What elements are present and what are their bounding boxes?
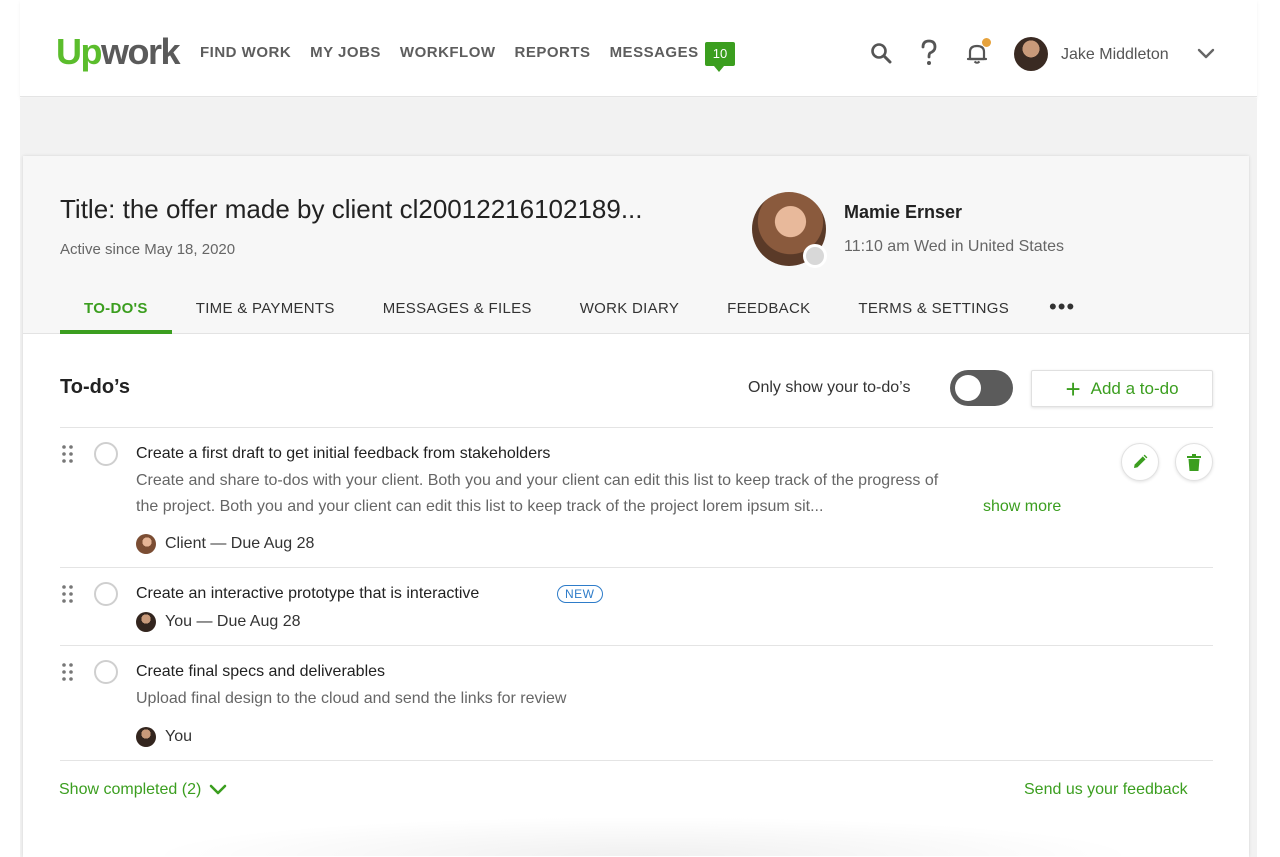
nav-find-work[interactable]: FIND WORK (200, 44, 291, 61)
client-name[interactable]: Mamie Ernser (844, 202, 962, 223)
assignee-due: Client — Due Aug 28 (165, 535, 315, 552)
nav-reports[interactable]: REPORTS (515, 44, 591, 61)
avatar[interactable] (1014, 37, 1048, 71)
todo-title[interactable]: Create a first draft to get initial feed… (136, 445, 550, 463)
contract-tabs: TO-DO'S TIME & PAYMENTS MESSAGES & FILES… (60, 296, 1075, 334)
section-title: To-do’s (60, 376, 130, 398)
nav-messages[interactable]: MESSAGES (610, 44, 699, 61)
delete-todo-button[interactable] (1175, 443, 1213, 481)
nav-my-jobs[interactable]: MY JOBS (310, 44, 381, 61)
show-more-link[interactable]: show more (983, 498, 1061, 516)
toggle-knob (955, 375, 981, 401)
todo-assignee: Client — Due Aug 28 (136, 534, 314, 554)
active-since: Active since May 18, 2020 (60, 241, 236, 258)
toggle-label: Only show your to-do’s (748, 379, 911, 396)
nav-workflow[interactable]: WORKFLOW (400, 44, 496, 61)
tab-todos[interactable]: TO-DO'S (60, 298, 172, 334)
todo-description-line: Create and share to-dos with your client… (136, 472, 939, 489)
client-status-indicator (803, 244, 827, 268)
top-navigation: Upwork FIND WORK MY JOBS WORKFLOW REPORT… (20, 0, 1257, 97)
more-tabs-icon[interactable]: ••• (1033, 296, 1075, 334)
add-todo-label: Add a to-do (1090, 378, 1179, 398)
assignee-due: You (165, 728, 192, 745)
contract-card: Title: the offer made by client cl200122… (23, 156, 1249, 857)
help-icon[interactable] (914, 38, 944, 68)
plus-icon: + (1065, 373, 1081, 404)
main-menu: FIND WORK MY JOBS WORKFLOW REPORTS MESSA… (200, 44, 699, 61)
chevron-down-icon (209, 784, 227, 795)
notification-dot (982, 38, 991, 47)
messages-count-badge: 10 (705, 42, 735, 72)
assignee-due: You — Due Aug 28 (165, 613, 301, 630)
send-feedback-link[interactable]: Send us your feedback (1024, 781, 1188, 799)
chevron-down-icon[interactable] (1196, 44, 1216, 69)
user-name[interactable]: Jake Middleton (1061, 46, 1169, 64)
only-mine-toggle[interactable] (950, 370, 1013, 406)
divider (60, 645, 1213, 646)
contract-title: Title: the offer made by client cl200122… (60, 194, 643, 224)
drag-handle-icon[interactable] (61, 444, 75, 464)
tab-work-diary[interactable]: WORK DIARY (556, 298, 703, 334)
divider (60, 567, 1213, 568)
divider (60, 427, 1213, 428)
bell-icon[interactable] (962, 38, 992, 68)
trash-icon (1187, 453, 1201, 471)
send-feedback-label: Send us your feedback (1024, 781, 1188, 798)
todo-checkbox[interactable] (94, 660, 118, 684)
avatar (136, 534, 156, 554)
todo-title[interactable]: Create final specs and deliverables (136, 663, 385, 681)
tab-terms-settings[interactable]: TERMS & SETTINGS (834, 298, 1033, 334)
todo-description: Create and share to-dos with your client… (136, 468, 1096, 520)
tab-messages-files[interactable]: MESSAGES & FILES (359, 298, 556, 334)
search-icon[interactable] (866, 38, 896, 68)
divider (60, 760, 1213, 761)
todo-description: Upload final design to the cloud and sen… (136, 686, 1096, 712)
avatar (136, 727, 156, 747)
todo-checkbox[interactable] (94, 442, 118, 466)
bottom-shadow (143, 816, 1143, 856)
client-local-time: 11:10 am Wed in United States (844, 238, 1064, 255)
tab-time-payments[interactable]: TIME & PAYMENTS (172, 298, 359, 334)
show-completed-label: Show completed (2) (59, 781, 202, 798)
pencil-icon (1134, 454, 1148, 468)
new-badge: NEW (557, 585, 603, 603)
tab-feedback[interactable]: FEEDBACK (703, 298, 834, 334)
drag-handle-icon[interactable] (61, 662, 75, 682)
avatar (136, 612, 156, 632)
edit-todo-button[interactable] (1121, 443, 1159, 481)
todo-checkbox[interactable] (94, 582, 118, 606)
todo-title[interactable]: Create an interactive prototype that is … (136, 585, 479, 603)
upwork-logo[interactable]: Upwork (56, 32, 181, 72)
todo-description-line: Upload final design to the cloud and sen… (136, 690, 567, 707)
contract-header: Title: the offer made by client cl200122… (23, 156, 1249, 334)
todo-description-line: the project. Both you and your client ca… (136, 498, 824, 515)
show-completed-button[interactable]: Show completed (2) (59, 781, 227, 799)
add-todo-button[interactable]: + Add a to-do (1031, 370, 1213, 407)
drag-handle-icon[interactable] (61, 584, 75, 604)
todo-assignee: You (136, 727, 192, 747)
todo-assignee: You — Due Aug 28 (136, 612, 301, 632)
